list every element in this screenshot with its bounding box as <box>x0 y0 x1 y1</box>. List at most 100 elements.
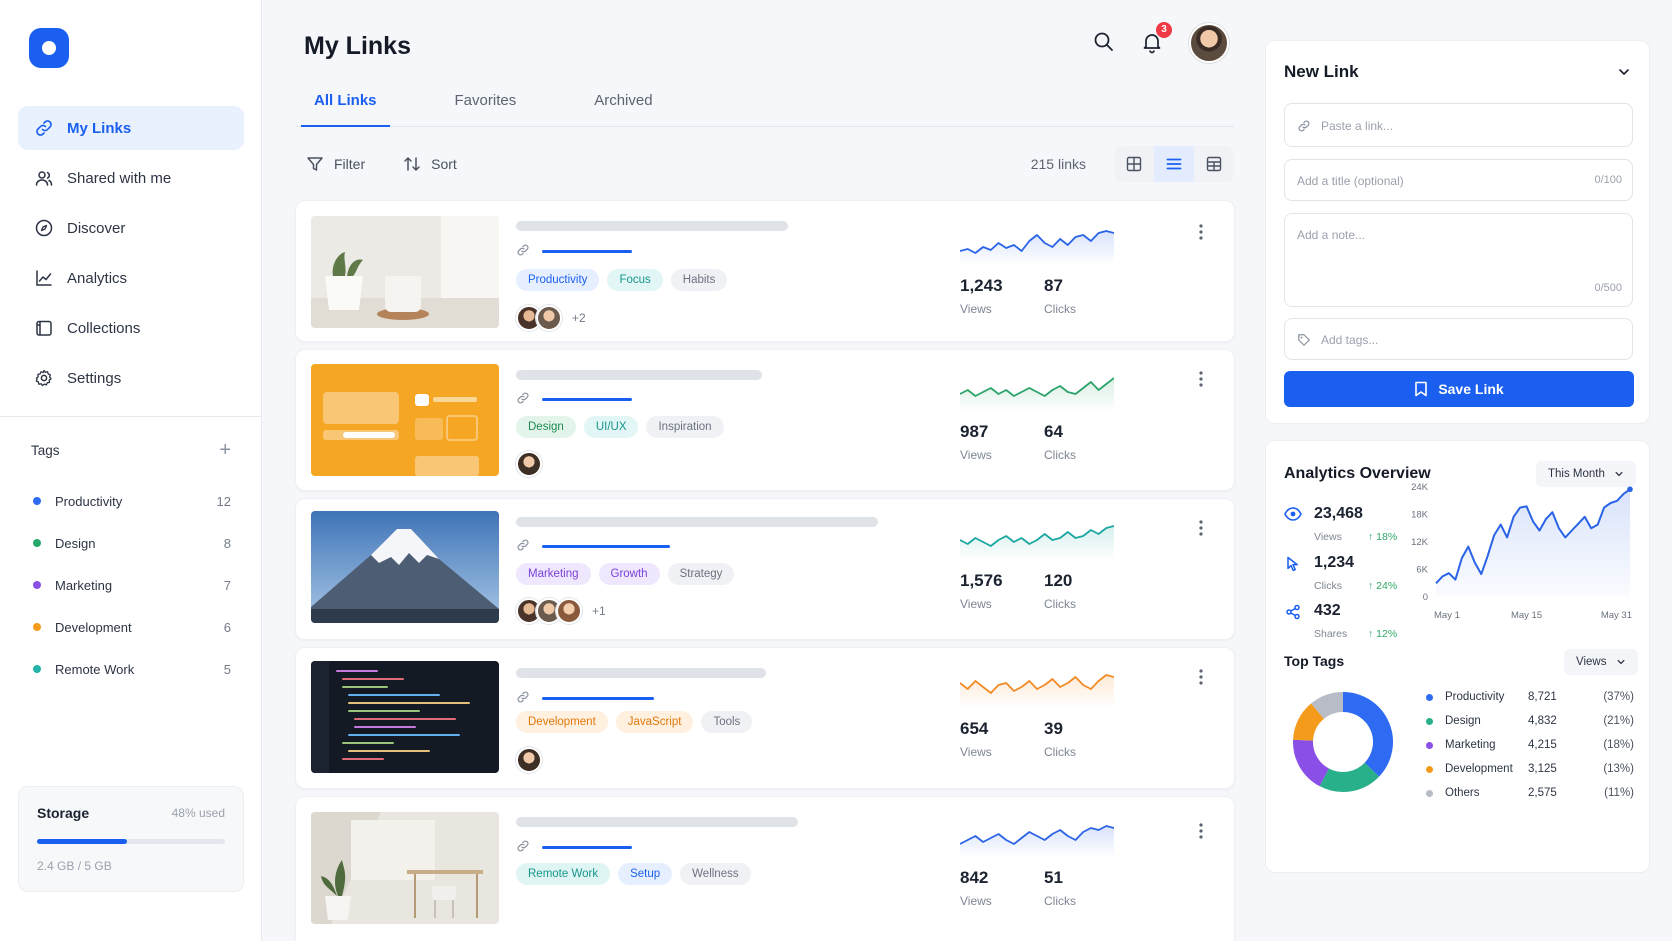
tag-chip[interactable]: Marketing <box>516 563 591 585</box>
more-options-icon[interactable] <box>1198 370 1204 388</box>
clicks-stat: 87 Clicks <box>1044 276 1076 316</box>
legend-item: Others 2,575 (11%) <box>1426 781 1634 805</box>
storage-used: 48% used <box>171 806 225 820</box>
nav-item-settings[interactable]: Settings <box>18 356 244 400</box>
tag-chip[interactable]: Development <box>516 711 608 733</box>
grid-view-button[interactable] <box>1114 146 1154 182</box>
tab-archived[interactable]: Archived <box>576 86 670 126</box>
link-thumbnail <box>311 661 499 773</box>
note-field[interactable]: Add a note... 0/500 <box>1284 213 1633 307</box>
title-placeholder: Add a title (optional) <box>1297 174 1404 188</box>
filter-button[interactable]: Filter <box>306 155 365 173</box>
tag-chip[interactable]: Inspiration <box>646 416 724 438</box>
notification-badge: 3 <box>1156 22 1172 38</box>
tags-field[interactable]: Add tags... <box>1284 318 1633 360</box>
note-counter: 0/500 <box>1594 282 1622 294</box>
link-title-placeholder <box>516 370 762 380</box>
nav-item-my-links[interactable]: My Links <box>18 106 244 150</box>
clicks-label: Clicks <box>1044 302 1076 316</box>
link-card[interactable]: Marketing Growth Strategy +1 1,576 Views … <box>295 498 1235 640</box>
tag-chip[interactable]: Setup <box>618 863 673 885</box>
legend-label: Others <box>1445 787 1480 799</box>
chevron-down-icon[interactable] <box>1617 65 1631 79</box>
legend-item: Development 3,125 (13%) <box>1426 757 1634 781</box>
user-avatar[interactable] <box>1189 23 1229 63</box>
sidebar-tag-marketing[interactable]: Marketing 7 <box>33 564 231 606</box>
tab-favorites[interactable]: Favorites <box>437 86 535 126</box>
nav-item-discover[interactable]: Discover <box>18 206 244 250</box>
title-field[interactable]: Add a title (optional) 0/100 <box>1284 159 1633 201</box>
app-logo[interactable] <box>29 28 69 68</box>
legend-pct: (21%) <box>1603 715 1634 727</box>
link-card[interactable]: Development JavaScript Tools 654 Views 39… <box>295 647 1235 789</box>
paste-link-field[interactable]: Paste a link... <box>1284 103 1633 147</box>
legend-pct: (13%) <box>1603 763 1634 775</box>
sidebar-tag-design[interactable]: Design 8 <box>33 522 231 564</box>
top-tags-title: Top Tags <box>1284 653 1345 669</box>
metric-dropdown[interactable]: Views <box>1564 649 1638 675</box>
tag-chip[interactable]: Tools <box>701 711 753 733</box>
link-card[interactable]: Design UI/UX Inspiration 987 Views 64 Clic… <box>295 349 1235 491</box>
tag-label: Marketing <box>55 577 113 593</box>
tag-chip[interactable]: Focus <box>607 269 663 291</box>
tag-chip[interactable]: Design <box>516 416 576 438</box>
tag-count: 7 <box>223 577 231 593</box>
tag-chip[interactable]: JavaScript <box>615 711 694 733</box>
tag-chip[interactable]: Growth <box>598 563 660 585</box>
sidebar-tag-productivity[interactable]: Productivity 12 <box>33 480 231 522</box>
link-tabs: All Links Favorites Archived <box>296 86 1234 127</box>
link-icon <box>517 392 529 404</box>
tag-chip[interactable]: Productivity <box>516 269 600 291</box>
views-stat: 842 Views <box>960 868 992 908</box>
views-sparkline <box>960 230 1114 265</box>
tag-label: Development <box>55 619 132 635</box>
avatar[interactable] <box>556 598 582 624</box>
avatar[interactable] <box>516 747 542 773</box>
more-options-icon[interactable] <box>1198 223 1204 241</box>
list-view-button[interactable] <box>1154 146 1194 182</box>
table-view-button[interactable] <box>1194 146 1234 182</box>
tag-chip[interactable]: Strategy <box>667 563 735 585</box>
tag-label: Remote Work <box>55 661 135 677</box>
avatar[interactable] <box>536 305 562 331</box>
tag-chip[interactable]: UI/UX <box>583 416 639 438</box>
more-options-icon[interactable] <box>1198 668 1204 686</box>
tag-color-dot <box>33 497 41 505</box>
clicks-value: 39 <box>1044 719 1063 738</box>
views-stat: 654 Views <box>960 719 992 759</box>
legend-item: Productivity 8,721 (37%) <box>1426 685 1634 709</box>
nav-item-collections[interactable]: Collections <box>18 306 244 350</box>
tag-chip[interactable]: Wellness <box>680 863 751 885</box>
tags-header: Tags + <box>31 440 231 460</box>
link-card[interactable]: Remote Work Setup Wellness 842 Views 51 Cl… <box>295 796 1235 941</box>
views-value: 987 <box>960 422 989 441</box>
note-placeholder: Add a note... <box>1297 228 1366 242</box>
new-link-panel: New Link Paste a link... Add a title (op… <box>1265 40 1650 424</box>
shared-avatars: +1 <box>516 598 606 624</box>
tag-chip[interactable]: Remote Work <box>516 863 611 885</box>
save-link-label: Save Link <box>1438 381 1504 397</box>
nav-item-shared[interactable]: Shared with me <box>18 156 244 200</box>
shared-avatars <box>516 747 542 773</box>
nav-item-analytics[interactable]: Analytics <box>18 256 244 300</box>
tag-label: Design <box>55 535 96 551</box>
metric-label: Views <box>1314 531 1342 543</box>
add-tag-button[interactable]: + <box>219 440 231 460</box>
sidebar-tag-development[interactable]: Development 6 <box>33 606 231 648</box>
nav-label: Discover <box>67 219 126 237</box>
avatar[interactable] <box>516 451 542 477</box>
sidebar-tag-remote-work[interactable]: Remote Work 5 <box>33 648 231 690</box>
metric-value: 1,234 <box>1314 554 1355 571</box>
tag-chip[interactable]: Habits <box>670 269 728 291</box>
save-link-button[interactable]: Save Link <box>1284 371 1634 407</box>
search-icon[interactable] <box>1092 30 1116 54</box>
more-options-icon[interactable] <box>1198 822 1204 840</box>
metric-label: Clicks <box>1314 580 1342 592</box>
more-options-icon[interactable] <box>1198 519 1204 537</box>
link-card[interactable]: Productivity Focus Habits +2 1,243 Views … <box>295 200 1235 342</box>
tab-all-links[interactable]: All Links <box>296 86 395 127</box>
sort-label: Sort <box>431 156 457 172</box>
nav-label: Settings <box>67 369 122 387</box>
sort-button[interactable]: Sort <box>403 155 457 173</box>
legend-value: 3,125 <box>1528 763 1557 775</box>
